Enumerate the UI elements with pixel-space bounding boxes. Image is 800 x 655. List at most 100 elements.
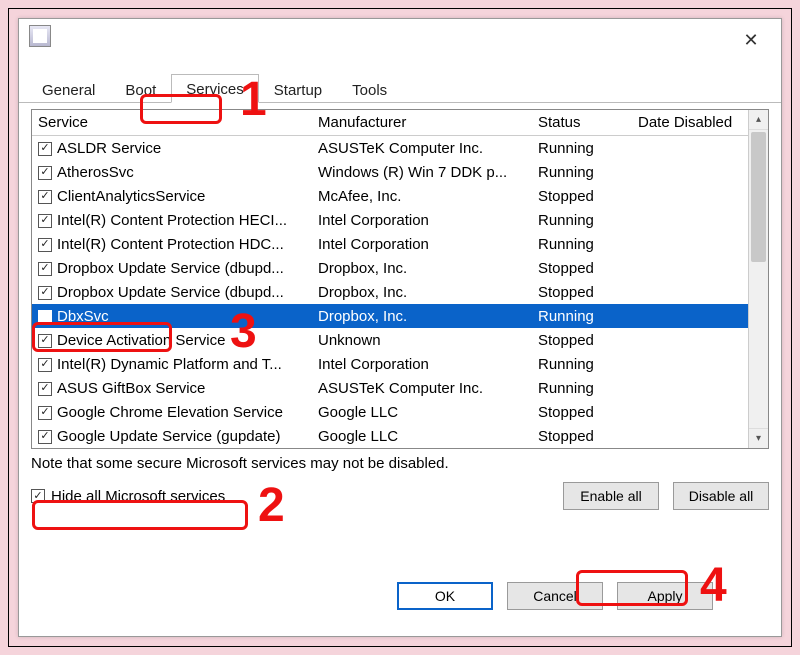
manufacturer-cell: McAfee, Inc.: [318, 188, 538, 205]
table-row[interactable]: ✓Dropbox Update Service (dbupd...Dropbox…: [32, 280, 748, 304]
tab-services[interactable]: Services: [171, 74, 259, 103]
table-row[interactable]: ✓ Device Activation Service UnknownStopped: [32, 328, 748, 352]
service-cell: ✓ Intel(R) Dynamic Platform and T...: [38, 356, 318, 373]
ok-button[interactable]: OK: [397, 582, 493, 610]
row-checkbox[interactable]: ✓: [38, 286, 52, 300]
checkbox-icon: ✓: [31, 489, 45, 503]
tab-general[interactable]: General: [27, 75, 110, 103]
close-icon: ✕: [743, 30, 758, 51]
service-name: Intel(R) Dynamic Platform and T...: [57, 356, 282, 373]
status-cell: Stopped: [538, 284, 638, 301]
col-date-disabled[interactable]: Date Disabled: [638, 114, 742, 131]
titlebar: ✕: [19, 19, 781, 67]
service-cell: ✓ Device Activation Service: [38, 332, 318, 349]
table-row[interactable]: ✓ Intel(R) Content Protection HDC... Intel…: [32, 232, 748, 256]
table-row[interactable]: DbxSvcDropbox, Inc.Running: [32, 304, 748, 328]
service-cell: ✓ ASLDR Service: [38, 140, 318, 157]
status-cell: Running: [538, 236, 638, 253]
scroll-down-button[interactable]: ▾: [749, 428, 768, 448]
list-rows: ✓ASLDR ServiceASUSTeK Computer Inc.Runni…: [32, 136, 748, 448]
row-checkbox[interactable]: ✓: [38, 382, 52, 396]
msconfig-window: ✕ General Boot Services Startup Tools Se…: [18, 18, 782, 637]
service-cell: ✓ Intel(R) Content Protection HDC...: [38, 236, 318, 253]
row-checkbox[interactable]: ✓: [38, 190, 52, 204]
spacer: [727, 582, 747, 610]
table-row[interactable]: ✓ ASUS GiftBox Service ASUSTeK Computer In…: [32, 376, 748, 400]
table-row[interactable]: ✓ Google Update Service (gupdate) Google L…: [32, 424, 748, 448]
col-service[interactable]: Service: [38, 114, 318, 131]
table-row[interactable]: ✓ASLDR ServiceASUSTeK Computer Inc.Runni…: [32, 136, 748, 160]
disable-all-button[interactable]: Disable all: [673, 482, 769, 510]
status-cell: Stopped: [538, 260, 638, 277]
tab-boot[interactable]: Boot: [110, 75, 171, 103]
row-checkbox[interactable]: ✓: [38, 358, 52, 372]
hide-ms-services-checkbox[interactable]: ✓ Hide all Microsoft services: [31, 488, 225, 505]
manufacturer-cell: Windows (R) Win 7 DDK p...: [318, 164, 538, 181]
enable-all-button[interactable]: Enable all: [563, 482, 659, 510]
table-row[interactable]: ✓ Intel(R) Dynamic Platform and T...Intel…: [32, 352, 748, 376]
service-name: Google Update Service (gupdate): [57, 428, 280, 445]
row-checkbox[interactable]: ✓: [38, 262, 52, 276]
cancel-button[interactable]: Cancel: [507, 582, 603, 610]
service-name: DbxSvc: [57, 308, 109, 325]
manufacturer-cell: Unknown: [318, 332, 538, 349]
table-row[interactable]: ✓Intel(R) Content Protection HECI...Inte…: [32, 208, 748, 232]
table-row[interactable]: ✓ Dropbox Update Service (dbupd... Dropbox…: [32, 256, 748, 280]
content-area: Service Manufacturer Status Date Disable…: [19, 103, 781, 636]
service-cell: ✓Intel(R) Content Protection HECI...: [38, 212, 318, 229]
scroll-track[interactable]: [749, 130, 768, 428]
tabstrip: General Boot Services Startup Tools: [19, 73, 781, 103]
service-name: Dropbox Update Service (dbupd...: [57, 260, 284, 277]
row-checkbox[interactable]: [38, 310, 52, 324]
service-name: Google Chrome Elevation Service: [57, 404, 283, 421]
mid-row: ✓ Hide all Microsoft services Enable all…: [31, 482, 769, 510]
status-cell: Stopped: [538, 332, 638, 349]
col-status[interactable]: Status: [538, 114, 638, 131]
vertical-scrollbar[interactable]: ▴ ▾: [748, 110, 768, 448]
service-cell: ✓Dropbox Update Service (dbupd...: [38, 284, 318, 301]
service-cell: ✓ Google Chrome Elevation Service: [38, 404, 318, 421]
manufacturer-cell: Dropbox, Inc.: [318, 308, 538, 325]
status-cell: Stopped: [538, 428, 638, 445]
list-header: Service Manufacturer Status Date Disable…: [32, 110, 748, 136]
services-list: Service Manufacturer Status Date Disable…: [31, 109, 769, 449]
manufacturer-cell: Intel Corporation: [318, 236, 538, 253]
row-checkbox[interactable]: ✓: [38, 334, 52, 348]
status-cell: Stopped: [538, 404, 638, 421]
scroll-up-button[interactable]: ▴: [749, 110, 768, 130]
manufacturer-cell: Dropbox, Inc.: [318, 260, 538, 277]
row-checkbox[interactable]: ✓: [38, 238, 52, 252]
app-icon: [29, 25, 51, 47]
row-checkbox[interactable]: ✓: [38, 430, 52, 444]
apply-button[interactable]: Apply: [617, 582, 713, 610]
service-cell: ✓ Google Update Service (gupdate): [38, 428, 318, 445]
window-close-button[interactable]: ✕: [731, 25, 771, 55]
row-checkbox[interactable]: ✓: [38, 142, 52, 156]
table-row[interactable]: ✓Google Chrome Elevation ServiceGoogle L…: [32, 400, 748, 424]
status-cell: Running: [538, 164, 638, 181]
tab-startup[interactable]: Startup: [259, 75, 337, 103]
table-row[interactable]: ✓ClientAnalyticsServiceMcAfee, Inc.Stopp…: [32, 184, 748, 208]
manufacturer-cell: ASUSTeK Computer Inc.: [318, 140, 538, 157]
row-checkbox[interactable]: ✓: [38, 406, 52, 420]
status-cell: Stopped: [538, 188, 638, 205]
service-name: Device Activation Service: [57, 332, 225, 349]
table-row[interactable]: ✓AtherosSvcWindows (R) Win 7 DDK p...Run…: [32, 160, 748, 184]
manufacturer-cell: Intel Corporation: [318, 212, 538, 229]
service-name: Intel(R) Content Protection HDC...: [57, 236, 284, 253]
hide-ms-label: Hide all Microsoft services: [51, 488, 225, 505]
tab-tools[interactable]: Tools: [337, 75, 402, 103]
manufacturer-cell: ASUSTeK Computer Inc.: [318, 380, 538, 397]
col-manufacturer[interactable]: Manufacturer: [318, 114, 538, 131]
service-cell: ✓ClientAnalyticsService: [38, 188, 318, 205]
service-cell: ✓AtherosSvc: [38, 164, 318, 181]
status-cell: Running: [538, 212, 638, 229]
row-checkbox[interactable]: ✓: [38, 166, 52, 180]
manufacturer-cell: Google LLC: [318, 428, 538, 445]
service-name: ASLDR Service: [57, 140, 161, 157]
service-cell: ✓ ASUS GiftBox Service: [38, 380, 318, 397]
services-list-body: Service Manufacturer Status Date Disable…: [32, 110, 748, 448]
scroll-thumb[interactable]: [751, 132, 766, 262]
row-checkbox[interactable]: ✓: [38, 214, 52, 228]
service-name: ASUS GiftBox Service: [57, 380, 205, 397]
